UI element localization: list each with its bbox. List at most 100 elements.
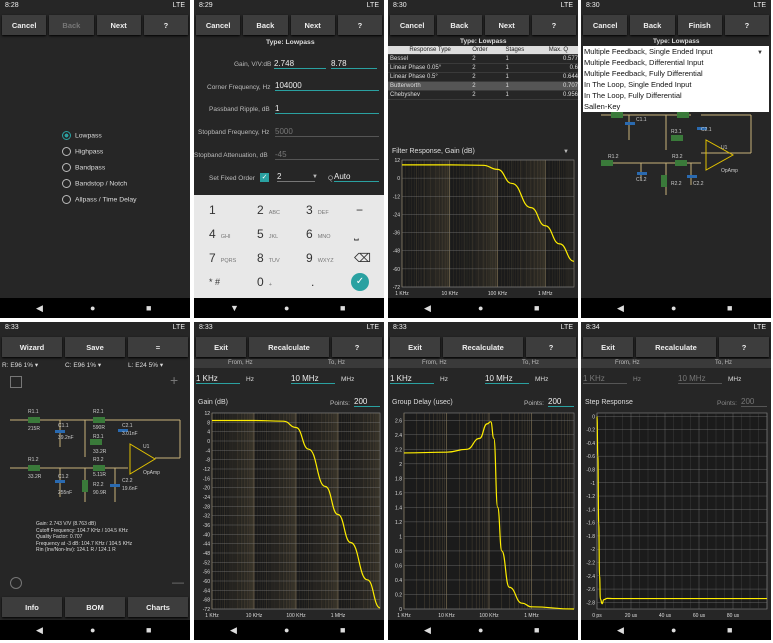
help-button[interactable]: ? <box>531 15 576 35</box>
chart-select[interactable]: Filter Response, Gain (dB) <box>392 148 475 155</box>
charts-button[interactable]: Charts <box>128 597 188 617</box>
cancel-button[interactable]: Cancel <box>390 15 435 35</box>
from-frequency-input[interactable]: 1 KHz <box>196 374 240 384</box>
wizard-button[interactable]: Wizard <box>2 337 62 357</box>
fixed-order-checkbox[interactable]: ✓ <box>260 173 269 182</box>
back-nav-icon[interactable]: ◀ <box>424 625 431 635</box>
key-7[interactable]: 7 PQRS <box>209 251 236 265</box>
help-button[interactable]: ? <box>143 15 188 35</box>
back-button[interactable]: Back <box>437 15 482 35</box>
order-select[interactable]: 2 <box>277 172 315 182</box>
help-button[interactable]: ? <box>724 15 769 35</box>
exit-button[interactable]: Exit <box>390 337 440 357</box>
finish-button[interactable]: Finish <box>677 15 722 35</box>
menu-button[interactable]: = <box>128 337 188 357</box>
ripple-input[interactable]: 1 <box>275 104 379 114</box>
key-minus[interactable]: − <box>356 203 363 217</box>
recents-nav-icon[interactable]: ■ <box>146 625 151 635</box>
key-dot[interactable]: . <box>311 275 314 289</box>
back-button[interactable]: Back <box>243 15 288 35</box>
topology-option[interactable]: In The Loop, Single Ended Input <box>583 79 769 90</box>
recents-nav-icon[interactable]: ■ <box>146 303 151 313</box>
help-button[interactable]: ? <box>526 337 576 357</box>
gain-db-input[interactable]: 8.78 <box>331 59 377 69</box>
table-row[interactable]: Linear Phase 0.05° 2 1 0.6 <box>388 64 578 73</box>
key-0[interactable]: 0 + <box>257 275 272 289</box>
backspace-icon[interactable]: ⌫ <box>354 251 371 265</box>
gain-vv-input[interactable]: 2.748 <box>274 59 326 69</box>
q-input[interactable]: Auto <box>334 172 379 182</box>
select-tool-icon[interactable] <box>10 376 22 388</box>
cancel-button[interactable]: Cancel <box>583 15 628 35</box>
home-nav-icon[interactable]: ● <box>90 625 95 635</box>
recalculate-button[interactable]: Recalculate <box>636 337 716 357</box>
chart-select[interactable]: Step Response <box>585 399 633 406</box>
to-frequency-input[interactable]: 10 MHz <box>291 374 335 384</box>
back-button[interactable]: Back <box>49 15 94 35</box>
home-nav-icon[interactable]: ● <box>284 303 289 313</box>
key-6[interactable]: 6 MNO <box>306 227 331 241</box>
key-3[interactable]: 3 DEF <box>306 203 329 217</box>
from-unit-select[interactable]: Hz <box>246 376 254 383</box>
recents-nav-icon[interactable]: ■ <box>727 625 732 635</box>
pan-tool-icon[interactable] <box>10 577 22 589</box>
chart-select[interactable]: Gain (dB) <box>198 399 228 406</box>
back-nav-icon[interactable]: ◀ <box>36 303 43 313</box>
topology-option[interactable]: Multiple Feedback, Differential Input <box>583 57 769 68</box>
to-unit-select[interactable]: MHz <box>535 376 548 383</box>
home-nav-icon[interactable]: ● <box>671 625 676 635</box>
recalculate-button[interactable]: Recalculate <box>443 337 523 357</box>
recents-nav-icon[interactable]: ■ <box>534 303 539 313</box>
done-check-icon[interactable]: ✓ <box>351 273 369 291</box>
exit-button[interactable]: Exit <box>196 337 246 357</box>
topology-option[interactable]: Multiple Feedback, Fully Differential <box>583 68 769 79</box>
home-nav-icon[interactable]: ● <box>90 303 95 313</box>
from-frequency-input[interactable]: 1 KHz <box>390 374 434 384</box>
next-button[interactable]: Next <box>484 15 529 35</box>
bom-button[interactable]: BOM <box>65 597 125 617</box>
back-nav-icon[interactable]: ◀ <box>230 625 237 635</box>
key-4[interactable]: 4 GHI <box>209 227 230 241</box>
back-nav-icon[interactable]: ◀ <box>617 625 624 635</box>
key-9[interactable]: 9 WXYZ <box>306 251 334 265</box>
points-input[interactable]: 200 <box>548 397 574 407</box>
table-row[interactable]: Chebyshev 2 1 0.956 <box>388 91 578 100</box>
home-nav-icon[interactable]: ● <box>671 303 676 313</box>
home-nav-icon[interactable]: ● <box>284 625 289 635</box>
capacitor-series-select[interactable]: C: E96 1% ▾ <box>65 361 101 369</box>
radio-bandstop[interactable]: Bandstop / Notch <box>62 179 127 188</box>
to-unit-select[interactable]: MHz <box>341 376 354 383</box>
from-frequency-input[interactable]: 1 KHz <box>583 374 627 384</box>
back-button[interactable]: Back <box>630 15 675 35</box>
key-1[interactable]: 1 <box>209 203 221 217</box>
next-button[interactable]: Next <box>290 15 335 35</box>
table-row[interactable]: Linear Phase 0.5° 2 1 0.644 <box>388 73 578 82</box>
recents-nav-icon[interactable]: ■ <box>727 303 732 313</box>
help-button[interactable]: ? <box>337 15 382 35</box>
table-row[interactable]: Bessel 2 1 0.577 <box>388 55 578 64</box>
zoom-out-icon[interactable]: — <box>172 575 184 589</box>
key-space[interactable]: ⎵ <box>354 227 359 242</box>
back-nav-icon[interactable]: ▼ <box>230 303 239 313</box>
radio-allpass[interactable]: Allpass / Time Delay <box>62 195 137 204</box>
key-8[interactable]: 8 TUV <box>257 251 280 265</box>
stopband-attenuation-input[interactable]: -45 <box>275 150 379 160</box>
key-star-hash[interactable]: * # <box>209 277 220 287</box>
cancel-button[interactable]: Cancel <box>2 15 47 35</box>
info-button[interactable]: Info <box>2 597 62 617</box>
key-2[interactable]: 2 ABC <box>257 203 280 217</box>
resistor-series-select[interactable]: R: E96 1% ▾ <box>2 361 38 369</box>
radio-lowpass[interactable]: Lowpass <box>62 131 102 140</box>
back-nav-icon[interactable]: ◀ <box>617 303 624 313</box>
points-input[interactable]: 200 <box>354 397 380 407</box>
radio-bandpass[interactable]: Bandpass <box>62 163 105 172</box>
zoom-in-icon[interactable]: + <box>170 372 178 388</box>
recents-nav-icon[interactable]: ■ <box>340 625 345 635</box>
topology-option[interactable]: Multiple Feedback, Single Ended Input <box>583 46 769 57</box>
cancel-button[interactable]: Cancel <box>196 15 241 35</box>
exit-button[interactable]: Exit <box>583 337 633 357</box>
next-button[interactable]: Next <box>96 15 141 35</box>
from-unit-select[interactable]: Hz <box>440 376 448 383</box>
to-frequency-input[interactable]: 10 MHz <box>485 374 529 384</box>
help-button[interactable]: ? <box>719 337 769 357</box>
